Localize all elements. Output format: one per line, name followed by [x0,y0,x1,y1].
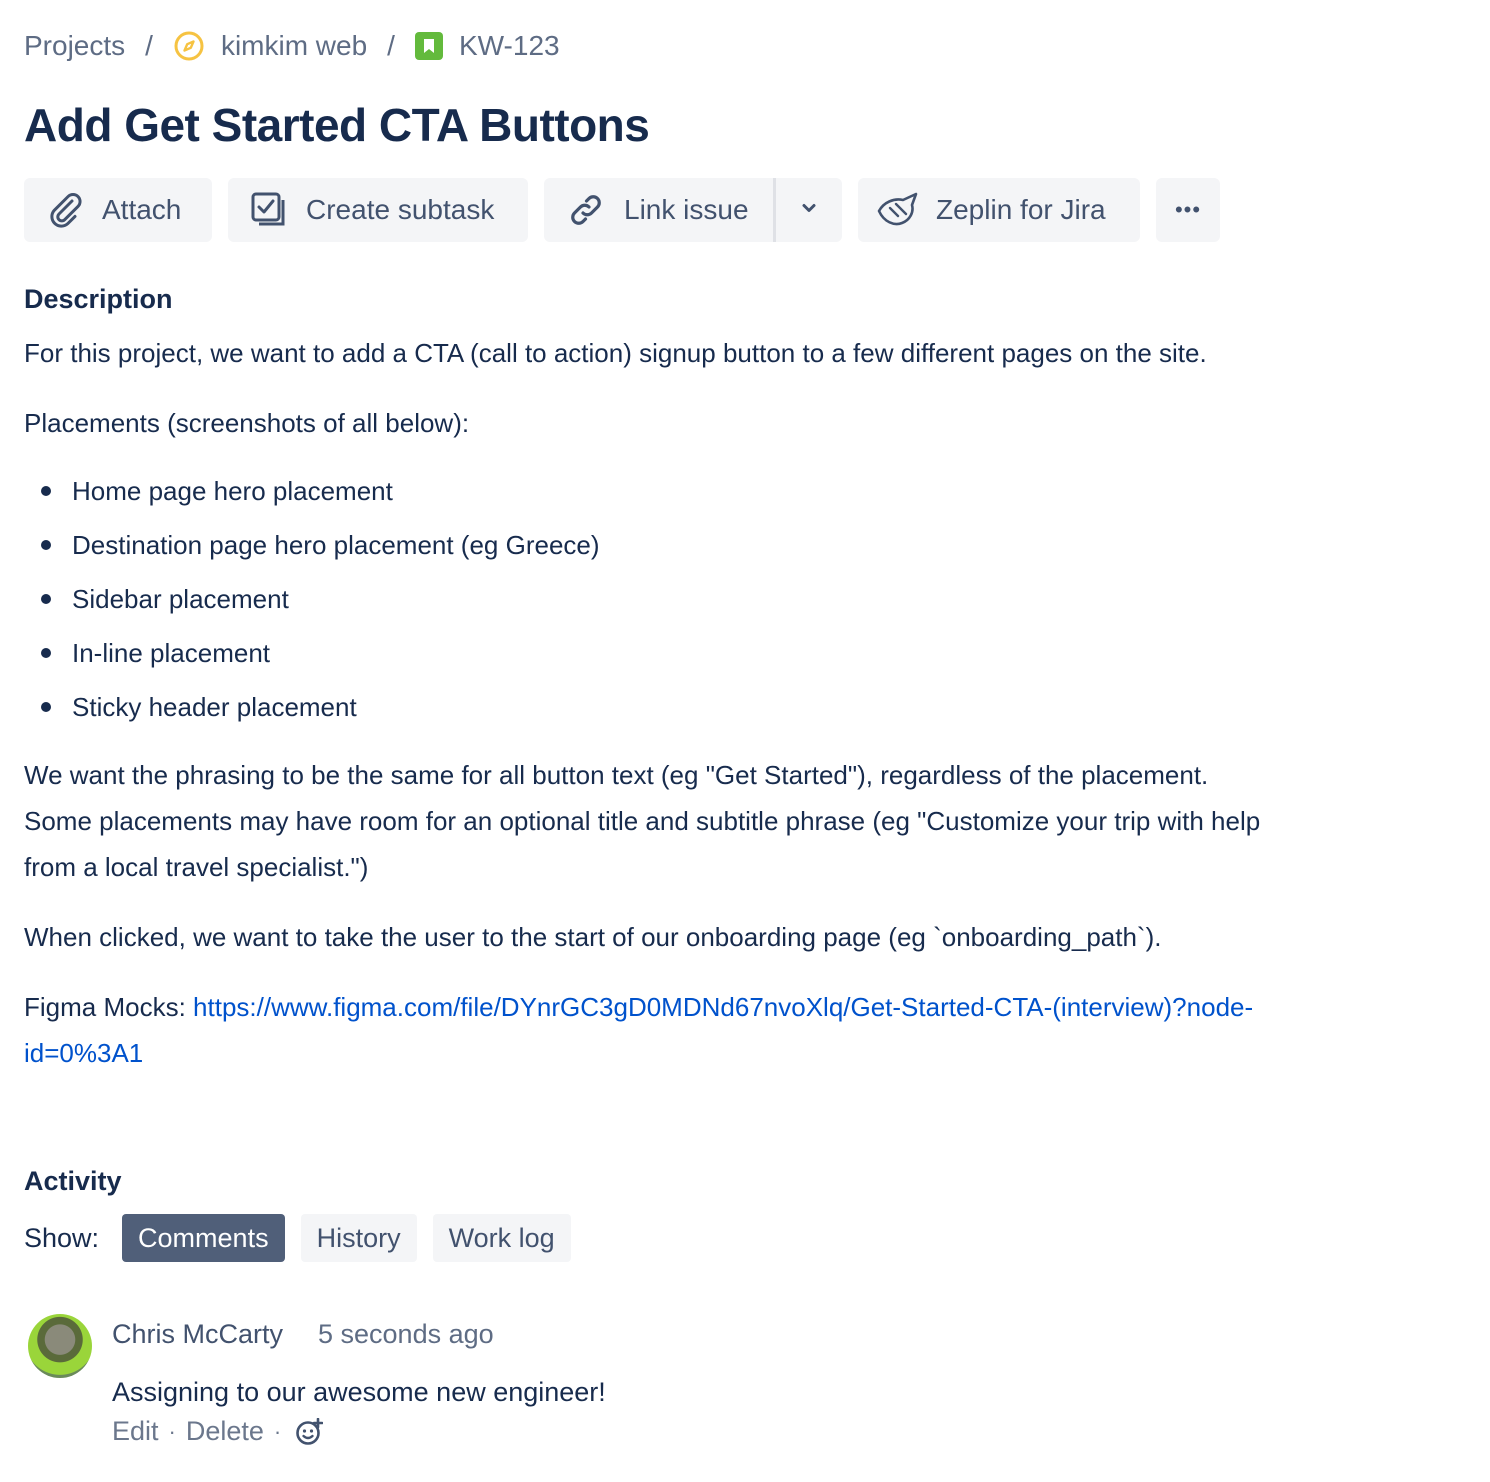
subtask-icon [250,191,288,229]
list-item: Home page hero placement [24,464,600,518]
description-paragraph: We want the phrasing to be the same for … [24,752,1424,890]
comment-author[interactable]: Chris McCarty [112,1314,283,1354]
delete-comment-button[interactable]: Delete [186,1416,264,1447]
list-item: Destination page hero placement (eg Gree… [24,518,600,572]
action-separator: · [273,1418,282,1444]
edit-comment-button[interactable]: Edit [112,1416,159,1447]
description-text: When clicked, we want to take the user t… [24,922,1162,952]
list-item: Sticky header placement [24,680,600,734]
description-text: from a local travel specialist.") [24,852,369,882]
breadcrumb-project[interactable]: kimkim web [173,30,367,62]
list-item-text: Destination page hero placement (eg Gree… [72,530,600,560]
description-text: For this project, we want to add a CTA (… [24,338,1207,368]
description-heading: Description [24,284,173,314]
create-subtask-label: Create subtask [306,194,495,225]
comment-timestamp[interactable]: 5 seconds ago [318,1314,494,1354]
attach-label: Attach [102,194,182,225]
figma-paragraph: Figma Mocks: https://www.figma.com/file/… [24,984,1424,1076]
placements-list: Home page hero placement Destination pag… [24,464,600,734]
description-text: Placements (screenshots of all below): [24,408,470,438]
breadcrumb-projects[interactable]: Projects [24,30,125,62]
more-icon: ••• [1174,197,1202,222]
compass-icon [173,30,205,62]
breadcrumb-issue-key: KW-123 [458,30,560,61]
activity-filter-row: Show: Comments History Work log [24,1214,587,1262]
breadcrumb-separator: / [387,30,395,61]
breadcrumb-projects-label: Projects [24,30,126,61]
list-item: Sidebar placement [24,572,600,626]
comment-actions: Edit · Delete · [112,1416,324,1447]
breadcrumb-issue[interactable]: KW-123 [414,30,560,62]
page-title: Add Get Started CTA Buttons [24,99,650,151]
link-issue-label: Link issue [624,194,749,225]
tab-history[interactable]: History [300,1214,417,1262]
create-subtask-button[interactable]: Create subtask [228,178,528,242]
bullet-dot [41,648,51,658]
activity-heading: Activity [24,1166,122,1196]
breadcrumb: Projects / kimkim web / KW-123 [24,26,560,66]
link-icon [566,190,606,230]
description-paragraph: For this project, we want to add a CTA (… [24,330,1424,376]
issue-toolbar: Attach Create subtask Link issue Zeplin … [24,178,1236,242]
description-paragraph: When clicked, we want to take the user t… [24,914,1424,960]
bullet-dot [41,486,51,496]
action-separator: · [168,1418,176,1444]
avatar[interactable] [28,1314,92,1378]
figma-label: Figma Mocks: [24,992,194,1022]
show-label: Show: [24,1222,100,1253]
zeplin-button[interactable]: Zeplin for Jira [858,178,1140,242]
list-item-text: In-line placement [72,638,270,668]
comment-body: Assigning to our awesome new engineer! [112,1377,606,1407]
figma-link-continued[interactable]: id=0%3A1 [24,1038,143,1068]
description-text: We want the phrasing to be the same for … [24,760,1209,790]
link-issue-button[interactable]: Link issue [544,178,776,242]
list-item-text: Home page hero placement [72,476,393,506]
list-item-text: Sticky header placement [72,692,357,722]
list-item: In-line placement [24,626,600,680]
attach-button[interactable]: Attach [24,178,212,242]
tab-work-log[interactable]: Work log [432,1214,571,1262]
list-item-text: Sidebar placement [72,584,289,614]
link-issue-dropdown[interactable] [776,178,842,242]
description-paragraph: Placements (screenshots of all below): [24,400,1424,446]
add-reaction-icon[interactable] [295,1417,324,1446]
more-actions-button[interactable]: ••• [1156,178,1220,242]
figma-link[interactable]: https://www.figma.com/file/DYnrGC3gD0MDN… [193,992,1253,1022]
link-issue-group: Link issue [544,178,842,242]
story-bookmark-icon [414,32,443,60]
bullet-dot [41,702,51,712]
tab-comments[interactable]: Comments [122,1214,285,1262]
zeplin-icon [876,190,922,230]
chevron-down-icon [798,194,820,226]
bullet-dot [41,540,51,550]
breadcrumb-project-label: kimkim web [220,30,368,61]
bullet-dot [41,594,51,604]
paperclip-icon [46,191,84,229]
breadcrumb-separator: / [145,30,153,61]
description-text: Some placements may have room for an opt… [24,806,1261,836]
zeplin-label: Zeplin for Jira [936,194,1106,225]
